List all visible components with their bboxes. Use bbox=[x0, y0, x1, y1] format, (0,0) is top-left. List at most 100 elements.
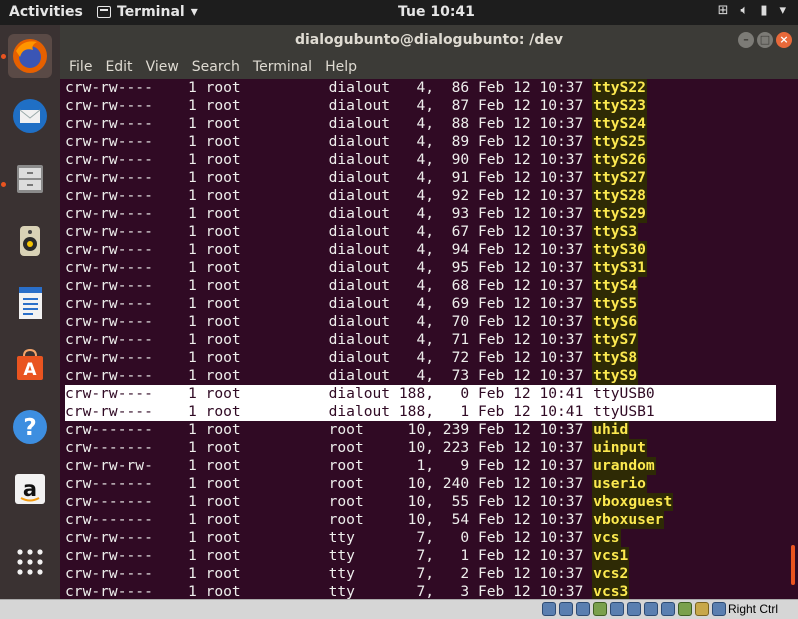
terminal-line: crw-rw---- 1 root dialout 4, 94 Feb 12 1… bbox=[65, 241, 785, 259]
window-title: dialogubunto@dialogubunto: /dev bbox=[294, 32, 564, 48]
device-name: ttyS4 bbox=[592, 277, 639, 295]
device-name: ttyS23 bbox=[592, 97, 647, 115]
software-center-launcher[interactable]: A bbox=[8, 343, 52, 387]
video-capture-icon[interactable] bbox=[661, 602, 675, 616]
files-icon bbox=[17, 165, 43, 193]
terminal-line-attrs: crw-rw---- 1 root tty 7, 2 Feb 12 10:37 bbox=[65, 565, 593, 582]
terminal-line: crw-rw---- 1 root dialout 4, 92 Feb 12 1… bbox=[65, 187, 785, 205]
menu-view[interactable]: View bbox=[146, 59, 179, 75]
usb-icon[interactable] bbox=[610, 602, 624, 616]
hard-disk-icon[interactable] bbox=[542, 602, 556, 616]
libreoffice-writer-icon bbox=[19, 287, 42, 319]
terminal-line: crw-rw---- 1 root dialout 4, 89 Feb 12 1… bbox=[65, 133, 785, 151]
display-icon[interactable] bbox=[644, 602, 658, 616]
device-name: uhid bbox=[592, 421, 630, 439]
terminal-line: crw-rw---- 1 root dialout 4, 86 Feb 12 1… bbox=[65, 79, 785, 97]
terminal-line-attrs: crw-rw---- 1 root dialout 4, 92 Feb 12 1… bbox=[65, 187, 593, 204]
terminal-output[interactable]: crw-rw---- 1 root dialout 4, 86 Feb 12 1… bbox=[65, 79, 785, 599]
vm-status-bar: Right Ctrl bbox=[0, 599, 798, 619]
menu-terminal[interactable]: Terminal bbox=[253, 59, 312, 75]
menu-edit[interactable]: Edit bbox=[105, 59, 132, 75]
terminal-line: crw-rw---- 1 root dialout 4, 72 Feb 12 1… bbox=[65, 349, 785, 367]
terminal-line-attrs: crw------- 1 root root 10, 240 Feb 12 10… bbox=[65, 475, 593, 492]
terminal-line: crw-rw---- 1 root dialout 4, 90 Feb 12 1… bbox=[65, 151, 785, 169]
terminal-icon bbox=[97, 6, 111, 18]
top-bar: Activities Terminal ▾ Tue 10:41 ⊞ 🔈︎ ▮ ▾ bbox=[0, 0, 798, 25]
menu-help[interactable]: Help bbox=[325, 59, 357, 75]
show-apps-button[interactable] bbox=[8, 540, 52, 584]
terminal-line-attrs: crw------- 1 root root 10, 54 Feb 12 10:… bbox=[65, 511, 593, 528]
help-icon: ? bbox=[13, 410, 47, 444]
terminal-line: crw-rw---- 1 root dialout 4, 91 Feb 12 1… bbox=[65, 169, 785, 187]
window-controls: – □ × bbox=[738, 32, 792, 48]
terminal-line: crw------- 1 root root 10, 54 Feb 12 10:… bbox=[65, 511, 785, 529]
help-launcher[interactable]: ? bbox=[8, 405, 52, 449]
terminal-line-attrs: crw-rw---- 1 root dialout 188, 1 Feb 12 … bbox=[65, 403, 593, 420]
app-menu[interactable]: Terminal ▾ bbox=[97, 4, 198, 20]
terminal-line: crw-rw---- 1 root dialout 4, 67 Feb 12 1… bbox=[65, 223, 785, 241]
terminal-line-attrs: crw-rw---- 1 root dialout 4, 69 Feb 12 1… bbox=[65, 295, 593, 312]
terminal-line-attrs: crw-rw-rw- 1 root root 1, 9 Feb 12 10:37 bbox=[65, 457, 593, 474]
terminal-line-attrs: crw-rw---- 1 root dialout 4, 71 Feb 12 1… bbox=[65, 331, 593, 348]
device-name: ttyS5 bbox=[592, 295, 639, 313]
terminal-line: crw------- 1 root root 10, 239 Feb 12 10… bbox=[65, 421, 785, 439]
terminal-window: dialogubunto@dialogubunto: /dev – □ × Fi… bbox=[60, 25, 798, 599]
keyboard-icon[interactable] bbox=[712, 602, 726, 616]
amazon-icon: a bbox=[15, 474, 45, 504]
device-name: userio bbox=[592, 475, 647, 493]
battery-icon: ▮ bbox=[760, 3, 768, 18]
terminal-line-attrs: crw-rw---- 1 root dialout 4, 94 Feb 12 1… bbox=[65, 241, 593, 258]
show-apps-icon bbox=[17, 549, 43, 575]
terminal-line: crw-rw---- 1 root dialout 4, 68 Feb 12 1… bbox=[65, 277, 785, 295]
libreoffice-writer-launcher[interactable] bbox=[8, 281, 52, 325]
terminal-line: crw-rw---- 1 root tty 7, 1 Feb 12 10:37 … bbox=[65, 547, 785, 565]
device-name: ttyS30 bbox=[592, 241, 647, 259]
device-name: ttyS9 bbox=[592, 367, 639, 385]
minimize-icon[interactable]: – bbox=[738, 32, 754, 48]
menu-search[interactable]: Search bbox=[192, 59, 240, 75]
rhythmbox-icon bbox=[20, 226, 40, 256]
terminal-line: crw-rw---- 1 root dialout 4, 93 Feb 12 1… bbox=[65, 205, 785, 223]
files-launcher[interactable] bbox=[8, 156, 52, 200]
terminal-line-attrs: crw------- 1 root root 10, 223 Feb 12 10… bbox=[65, 439, 593, 456]
device-name: vboxguest bbox=[592, 493, 674, 511]
terminal-line-attrs: crw------- 1 root root 10, 55 Feb 12 10:… bbox=[65, 493, 593, 510]
maximize-icon[interactable]: □ bbox=[757, 32, 773, 48]
scrollbar[interactable] bbox=[791, 545, 795, 585]
amazon-launcher[interactable]: a bbox=[8, 467, 52, 511]
device-name: vboxuser bbox=[592, 511, 665, 529]
close-icon[interactable]: × bbox=[776, 32, 792, 48]
activities-button[interactable]: Activities bbox=[9, 4, 83, 20]
terminal-line-attrs: crw-rw---- 1 root dialout 4, 87 Feb 12 1… bbox=[65, 97, 593, 114]
svg-text:A: A bbox=[23, 360, 37, 380]
terminal-line: crw-rw---- 1 root dialout 4, 88 Feb 12 1… bbox=[65, 115, 785, 133]
system-tray[interactable]: ⊞ 🔈︎ ▮ ▾ bbox=[718, 3, 786, 18]
terminal-line: crw-rw---- 1 root dialout 4, 95 Feb 12 1… bbox=[65, 259, 785, 277]
mouse-integration-icon[interactable] bbox=[695, 602, 709, 616]
thunderbird-launcher[interactable] bbox=[8, 94, 52, 138]
device-name: ttyS29 bbox=[592, 205, 647, 223]
terminal-line: crw-rw---- 1 root tty 7, 2 Feb 12 10:37 … bbox=[65, 565, 785, 583]
terminal-line-attrs: crw-rw---- 1 root dialout 4, 89 Feb 12 1… bbox=[65, 133, 593, 150]
terminal-line-attrs: crw-rw---- 1 root dialout 4, 70 Feb 12 1… bbox=[65, 313, 593, 330]
terminal-line-attrs: crw-rw---- 1 root tty 7, 0 Feb 12 10:37 bbox=[65, 529, 593, 546]
rhythmbox-launcher[interactable] bbox=[8, 219, 52, 263]
shared-folders-icon[interactable] bbox=[627, 602, 641, 616]
device-name: ttyS27 bbox=[592, 169, 647, 187]
audio-icon[interactable] bbox=[576, 602, 590, 616]
terminal-line-attrs: crw-rw---- 1 root dialout 4, 73 Feb 12 1… bbox=[65, 367, 593, 384]
clock[interactable]: Tue 10:41 bbox=[398, 4, 475, 20]
window-titlebar[interactable]: dialogubunto@dialogubunto: /dev – □ × bbox=[60, 25, 798, 55]
optical-drive-icon[interactable] bbox=[559, 602, 573, 616]
firefox-icon bbox=[13, 39, 47, 73]
network-icon: ⊞ bbox=[717, 3, 729, 18]
terminal-line-attrs: crw-rw---- 1 root dialout 4, 91 Feb 12 1… bbox=[65, 169, 593, 186]
terminal-line: crw-rw---- 1 root tty 7, 0 Feb 12 10:37 … bbox=[65, 529, 785, 547]
vm-device-icons bbox=[542, 602, 726, 616]
network-adapter-icon[interactable] bbox=[593, 602, 607, 616]
terminal-line-attrs: crw-rw---- 1 root dialout 4, 95 Feb 12 1… bbox=[65, 259, 593, 276]
virtualization-icon[interactable] bbox=[678, 602, 692, 616]
svg-text:?: ? bbox=[23, 415, 36, 441]
firefox-launcher[interactable] bbox=[8, 34, 52, 78]
menu-file[interactable]: File bbox=[69, 59, 92, 75]
